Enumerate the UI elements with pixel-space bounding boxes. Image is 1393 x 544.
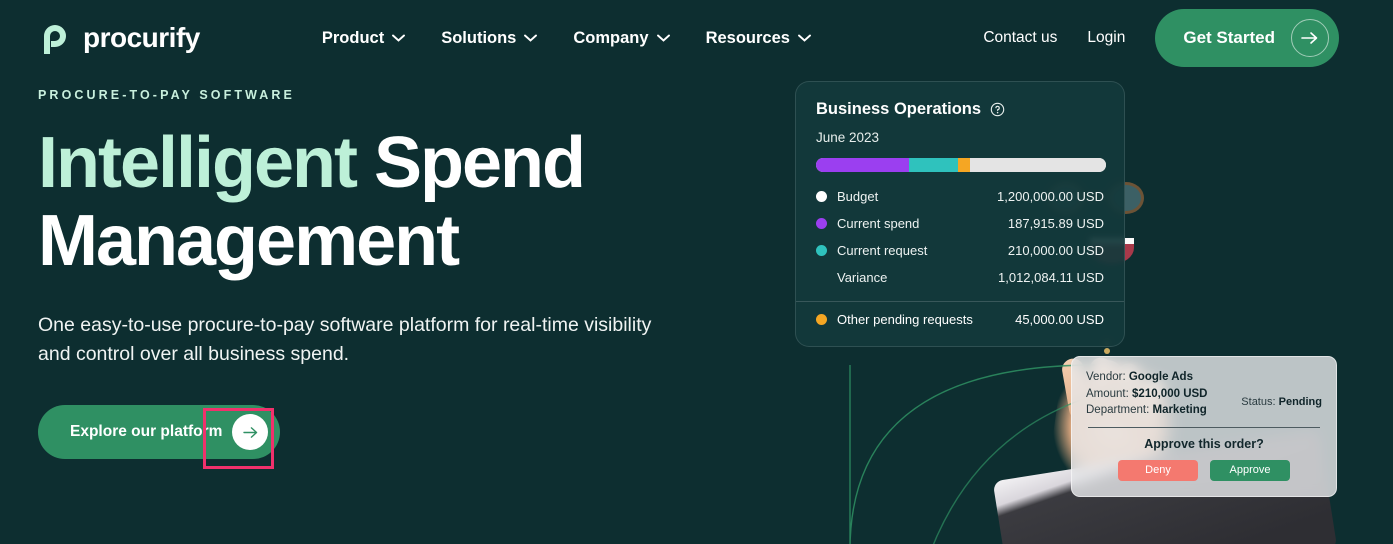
pending-label: Other pending requests — [837, 311, 973, 327]
help-circle-icon[interactable] — [990, 102, 1005, 117]
row-value: 187,915.89 USD — [1007, 216, 1104, 231]
hero-section: PROCURE-TO-PAY SOFTWARE Intelligent Spen… — [38, 88, 718, 459]
department-line: Department: Marketing — [1086, 402, 1207, 419]
get-started-button[interactable]: Get Started — [1155, 9, 1339, 67]
other-pending-requests-row: Other pending requests 45,000.00 USD — [796, 302, 1124, 336]
nav-item-solutions[interactable]: Solutions — [441, 28, 538, 48]
nav-item-resources-label: Resources — [705, 28, 790, 47]
table-row: Variance 1,012,084.11 USD — [816, 264, 1104, 291]
get-started-label: Get Started — [1183, 28, 1275, 47]
bar-segment-current-spend — [816, 158, 909, 172]
bar-segment-other-pending — [958, 158, 970, 172]
status-value: Pending — [1278, 395, 1322, 408]
nav-item-company[interactable]: Company — [573, 28, 670, 48]
row-label: Current request — [837, 243, 928, 258]
amount-value: $210,000 USD — [1132, 387, 1208, 400]
procurify-p-mark-icon — [44, 25, 66, 54]
explore-platform-label: Explore our platform — [70, 423, 223, 440]
department-label: Department: — [1086, 404, 1150, 416]
top-navigation-bar: procurify Product Solutions Company Reso… — [0, 0, 1393, 76]
nav-item-resources[interactable]: Resources — [706, 29, 811, 48]
legend-dot-budget — [816, 191, 827, 202]
card-period: June 2023 — [816, 130, 880, 145]
table-row: Current spend 187,915.89 USD — [816, 210, 1104, 237]
arrow-right-icon — [1291, 19, 1329, 57]
hero-subcopy: One easy-to-use procure-to-pay software … — [38, 314, 652, 365]
status-badge: Status: Pending — [1241, 378, 1322, 411]
brand-logo[interactable]: procurify — [38, 20, 200, 56]
contact-us-link[interactable]: Contact us — [983, 29, 1057, 47]
card-header: Business Operations — [816, 100, 1104, 119]
amount-line: Amount: $210,000 USD — [1086, 386, 1207, 403]
table-row: Current request 210,000.00 USD — [816, 237, 1104, 264]
nav-right-group: Contact us Login Get Started — [983, 9, 1339, 67]
legend-dot-current-request — [816, 245, 827, 256]
nav-item-company-label: Company — [573, 28, 649, 47]
table-row: Budget 1,200,000.00 USD — [816, 183, 1104, 210]
business-operations-card: Business Operations June 2023 Budget 1,2… — [795, 81, 1125, 347]
nav-item-solutions-label: Solutions — [441, 28, 517, 47]
status-label: Status: — [1241, 395, 1276, 408]
row-value: 210,000.00 USD — [1007, 243, 1104, 258]
headline-highlight: Intelligent — [38, 123, 358, 203]
page-title: Intelligent Spend Management — [38, 124, 718, 280]
row-label: Variance — [837, 270, 888, 285]
approval-divider — [1088, 426, 1320, 428]
row-value: 1,012,084.11 USD — [998, 270, 1104, 285]
arrow-right-icon — [232, 414, 269, 450]
department-value: Marketing — [1152, 404, 1207, 416]
approval-actions: Deny Approve — [1086, 459, 1322, 481]
explore-our-platform-button[interactable]: Explore our platform — [38, 405, 281, 459]
row-label: Budget — [837, 189, 879, 204]
legend-dot-other-pending — [816, 313, 827, 325]
chevron-down-icon — [798, 34, 811, 42]
bar-segment-remaining — [969, 158, 1106, 172]
budget-rows: Budget 1,200,000.00 USD Current spend 18… — [816, 183, 1104, 291]
nav-item-product-label: Product — [321, 28, 385, 47]
approval-details: Vendor: Google Ads Amount: $210,000 USD … — [1086, 369, 1322, 419]
deny-button[interactable]: Deny — [1118, 459, 1198, 481]
row-value: 1,200,000.00 USD — [997, 189, 1104, 204]
nav-menu: Product Solutions Company Resources — [322, 29, 811, 48]
bar-segment-current-request — [908, 158, 959, 172]
pending-value: 45,000.00 USD — [1015, 311, 1104, 327]
login-link[interactable]: Login — [1087, 29, 1125, 47]
card-title: Business Operations — [816, 100, 982, 118]
vendor-value: Google Ads — [1128, 371, 1193, 383]
vendor-label: Vendor: — [1086, 371, 1126, 383]
chevron-down-icon — [392, 34, 406, 42]
hero-eyebrow: PROCURE-TO-PAY SOFTWARE — [38, 88, 295, 102]
approval-question: Approve this order? — [1144, 436, 1264, 451]
nav-item-product[interactable]: Product — [321, 28, 406, 48]
amount-label: Amount: — [1086, 387, 1129, 400]
legend-dot-current-spend — [816, 218, 827, 229]
row-label: Current spend — [837, 216, 920, 231]
approve-button[interactable]: Approve — [1210, 459, 1290, 481]
brand-wordmark: procurify — [83, 22, 200, 53]
approval-request-card: Vendor: Google Ads Amount: $210,000 USD … — [1071, 356, 1337, 497]
budget-progress-bar — [816, 158, 1106, 172]
chevron-down-icon — [656, 34, 670, 42]
chevron-down-icon — [524, 34, 538, 42]
vendor-line: Vendor: Google Ads — [1086, 369, 1207, 386]
